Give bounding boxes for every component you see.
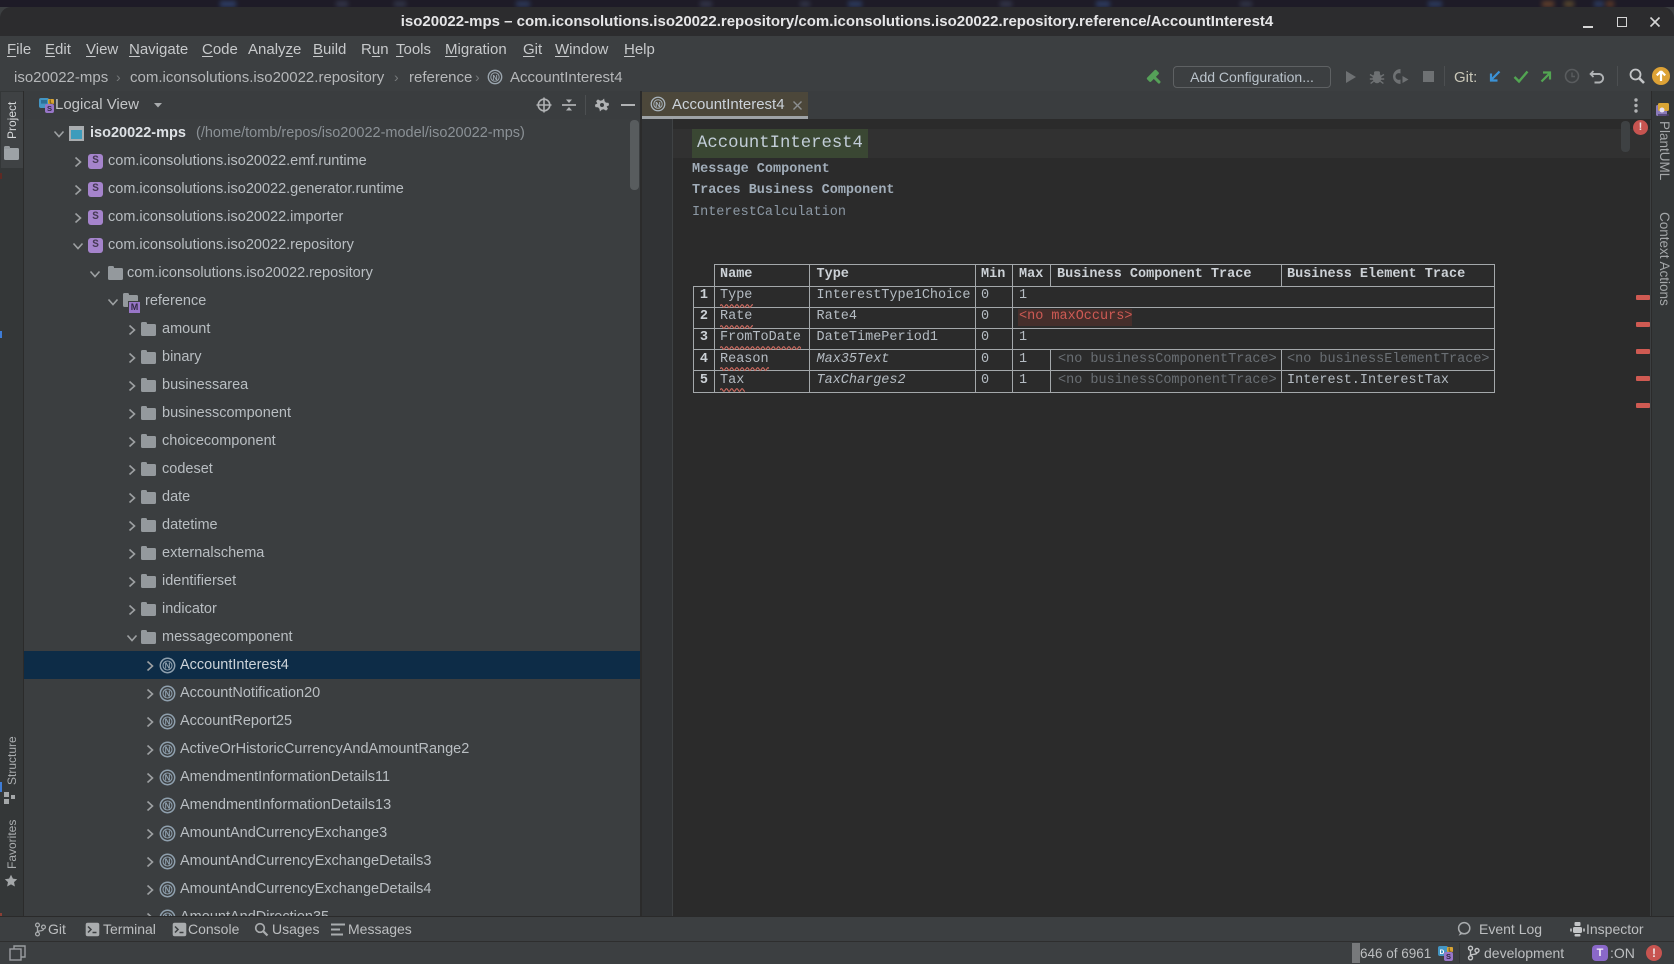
svg-text:N: N [655, 100, 660, 109]
svg-text:N: N [165, 886, 171, 895]
svg-text:N: N [165, 746, 171, 755]
svg-text:N: N [165, 830, 171, 839]
svg-text:N: N [165, 802, 171, 811]
svg-text:N: N [165, 662, 171, 671]
svg-text:N: N [165, 718, 171, 727]
svg-text:N: N [492, 75, 497, 82]
svg-text:N: N [165, 774, 171, 783]
svg-text:N: N [165, 690, 171, 699]
svg-text:N: N [165, 858, 171, 867]
svg-text:D: D [1440, 949, 1445, 956]
